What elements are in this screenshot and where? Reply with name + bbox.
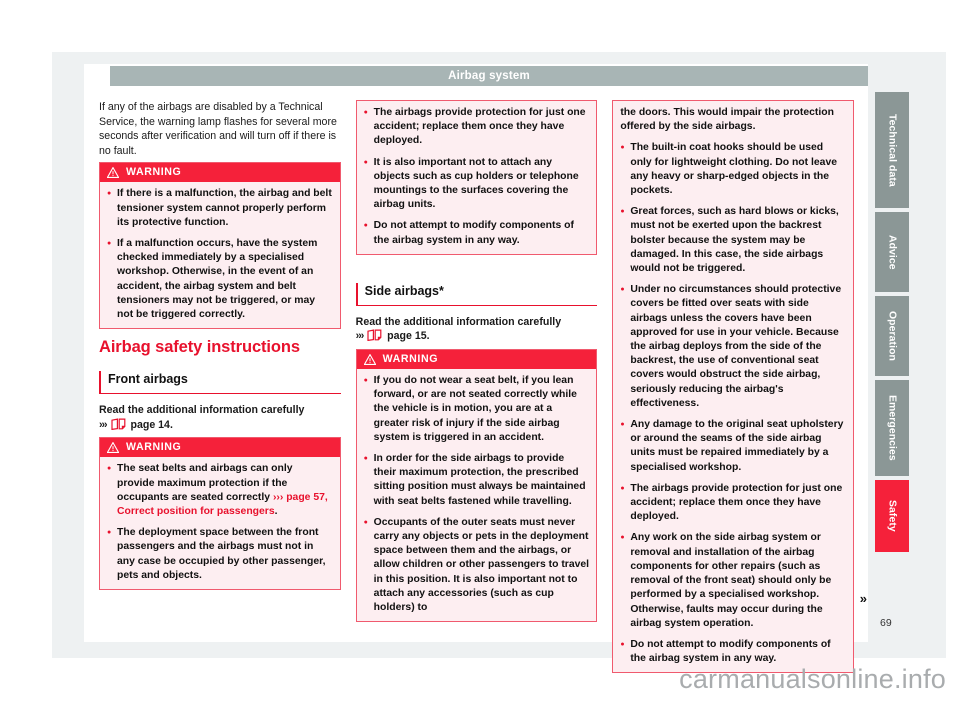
subsection-title-side-airbags: Side airbags* [355,282,598,306]
warning-header: WARNING [100,163,340,183]
warning-box-continued-airbags: The airbags provide protection for just … [355,100,598,255]
read-more-reference: Read the additional information carefull… [356,315,598,344]
warning-item: The built-in coat hooks should be used o… [620,141,846,198]
column-right: the doors. This would impair the protect… [612,100,867,674]
warning-list: The airbags provide protection for just … [364,106,590,248]
warning-label: WARNING [126,441,182,454]
warning-item: The seat belts and airbags can only prov… [107,462,333,519]
warning-triangle-icon [107,441,119,453]
read-more-reference: Read the additional information carefull… [99,403,341,432]
warning-item: The airbags provide protection for just … [364,106,590,149]
page-reference: page 14. [130,418,173,431]
warning-item-text: The seat belts and airbags can only prov… [117,463,293,503]
warning-body: The airbags provide protection for just … [357,101,597,254]
warning-body: The seat belts and airbags can only prov… [100,457,340,589]
page-number: 69 [880,617,892,629]
warning-item: Any work on the side airbag system or re… [620,531,846,630]
column-left: If any of the airbags are disabled by a … [99,100,341,610]
tab-emergencies[interactable]: Emergencies [875,380,909,476]
warning-list: If you do not wear a seat belt, if you l… [364,374,590,615]
warning-header: WARNING [356,350,597,370]
tab-advice[interactable]: Advice [875,212,909,292]
warning-triangle-icon [107,166,119,178]
warning-item: Great forces, such as hard blows or kick… [620,205,846,276]
running-header: Airbag system [110,66,868,86]
warning-body: If there is a malfunction, the airbag an… [100,182,340,328]
continuation-marker: » [859,591,867,606]
warning-item: Any damage to the original seat upholste… [620,418,846,475]
warning-body: the doors. This would impair the protect… [613,101,853,672]
subsection-title-front-airbags: Front airbags [99,371,341,395]
warning-item: Occupants of the outer seats must never … [364,516,590,615]
warning-item: In order for the side airbags to provide… [364,452,590,509]
warning-label: WARNING [126,166,182,179]
page-reference: page 15. [387,330,430,343]
chapter-tabs: Technical data Advice Operation Emergenc… [875,92,909,556]
warning-box-front-airbags: WARNING The seat belts and airbags can o… [99,437,341,591]
warning-item: If a malfunction occurs, have the system… [107,237,333,322]
read-more-text: Read the additional information carefull… [99,404,305,417]
warning-item: Do not attempt to modify components of t… [364,219,590,247]
chevron-reference-icon: ››› [99,418,108,431]
warning-list: The seat belts and airbags can only prov… [107,462,333,583]
tab-safety[interactable]: Safety [875,480,909,552]
tab-technical-data[interactable]: Technical data [875,92,909,208]
site-watermark: carmanualsonline.info [679,664,946,694]
warning-item: If there is a malfunction, the airbag an… [107,187,333,230]
three-column-layout: If any of the airbags are disabled by a … [99,100,867,674]
warning-box-side-airbags-continued: the doors. This would impair the protect… [612,100,855,674]
read-more-text: Read the additional information carefull… [355,315,562,328]
warning-box-malfunction: WARNING If there is a malfunction, the a… [99,162,341,330]
tab-operation[interactable]: Operation [875,296,909,376]
warning-list: the doors. This would impair the protect… [620,106,846,666]
warning-item: Do not attempt to modify components of t… [620,638,846,666]
document-viewport: Airbag system If any of the airbags are … [0,0,960,708]
manual-page-icon [110,418,126,430]
column-middle: The airbags provide protection for just … [355,100,598,623]
warning-item: The airbags provide protection for just … [620,482,846,525]
warning-box-side-airbags: WARNING If you do not wear a seat belt, … [355,349,598,623]
warning-list: If there is a malfunction, the airbag an… [107,187,333,322]
warning-body: If you do not wear a seat belt, if you l… [357,369,597,621]
warning-triangle-icon [363,353,376,365]
warning-item: Under no circumstances should protective… [620,283,846,411]
warning-item: It is also important not to attach any o… [364,156,590,213]
intro-paragraph: If any of the airbags are disabled by a … [99,101,337,157]
warning-item: If you do not wear a seat belt, if you l… [364,374,590,445]
section-title: Airbag safety instructions [99,338,300,357]
warning-item: The deployment space between the front p… [107,526,333,583]
warning-item-continuation: the doors. This would impair the protect… [620,107,834,133]
chevron-reference-icon: ››› [355,330,365,343]
warning-item-text-after: . [274,506,278,517]
manual-page-icon [367,329,382,342]
warning-header: WARNING [100,438,340,458]
warning-label: WARNING [382,353,439,366]
